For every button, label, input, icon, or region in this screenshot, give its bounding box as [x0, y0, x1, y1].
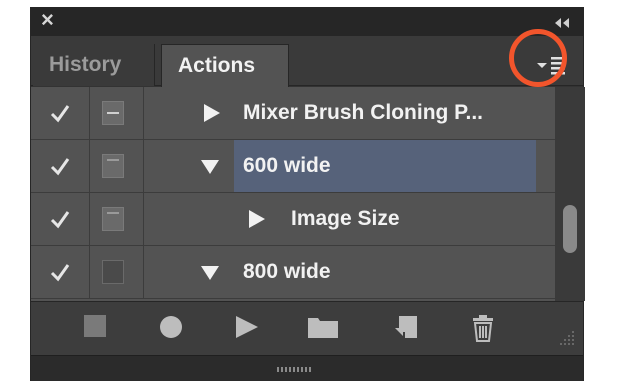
- collapse-triangle-icon[interactable]: [201, 160, 219, 174]
- column-divider: [143, 193, 144, 245]
- panel-footer: [31, 355, 583, 381]
- action-label: 600 wide: [234, 140, 536, 192]
- tab-bar: History Actions: [31, 36, 583, 87]
- record-icon[interactable]: [158, 314, 184, 340]
- column-divider: [89, 87, 90, 139]
- column-divider: [143, 87, 144, 139]
- checkmark-icon[interactable]: [49, 261, 71, 283]
- actions-panel: × History Actions Mixer Brush Cloning P.…: [30, 7, 585, 381]
- action-row[interactable]: Mixer Brush Cloning P...: [31, 87, 555, 140]
- dialog-toggle-icon[interactable]: [102, 101, 124, 125]
- action-label: 800 wide: [243, 260, 331, 283]
- dialog-toggle-icon[interactable]: [102, 207, 124, 231]
- column-divider: [143, 246, 144, 298]
- scrollbar-thumb[interactable]: [563, 205, 577, 253]
- column-divider: [143, 140, 144, 192]
- action-label: Mixer Brush Cloning P...: [243, 101, 483, 124]
- collapse-triangle-icon[interactable]: [201, 266, 219, 280]
- trash-icon[interactable]: [471, 314, 495, 342]
- checkmark-icon[interactable]: [49, 208, 71, 230]
- action-row[interactable]: 800 wide: [31, 246, 555, 299]
- new-action-icon[interactable]: [393, 314, 419, 340]
- close-icon[interactable]: ×: [41, 9, 54, 31]
- action-row[interactable]: 600 wide: [31, 140, 555, 193]
- expand-triangle-icon[interactable]: [204, 104, 220, 122]
- actions-toolbar: [31, 301, 583, 355]
- checkmark-icon[interactable]: [49, 155, 71, 177]
- column-divider: [89, 140, 90, 192]
- column-divider: [89, 193, 90, 245]
- scrollbar-track[interactable]: [555, 87, 585, 301]
- dialog-toggle-icon[interactable]: [102, 154, 124, 178]
- resize-grip-icon[interactable]: [559, 330, 575, 346]
- highlight-annotation-circle: [509, 29, 567, 87]
- actions-list: Mixer Brush Cloning P... 600 wide Image …: [31, 87, 555, 301]
- new-set-folder-icon[interactable]: [307, 314, 339, 340]
- action-row[interactable]: Image Size: [31, 193, 555, 246]
- dialog-toggle-icon[interactable]: [102, 260, 124, 284]
- tab-actions[interactable]: Actions: [161, 44, 289, 87]
- stop-icon[interactable]: [83, 314, 107, 338]
- column-divider: [89, 246, 90, 298]
- tab-history[interactable]: History: [33, 44, 155, 86]
- checkmark-icon[interactable]: [49, 102, 71, 124]
- resize-handle-icon[interactable]: [277, 367, 313, 372]
- play-icon[interactable]: [234, 314, 260, 340]
- collapse-panel-icon[interactable]: [555, 16, 571, 34]
- panel-header-strip: ×: [31, 8, 583, 36]
- action-label: Image Size: [291, 207, 400, 230]
